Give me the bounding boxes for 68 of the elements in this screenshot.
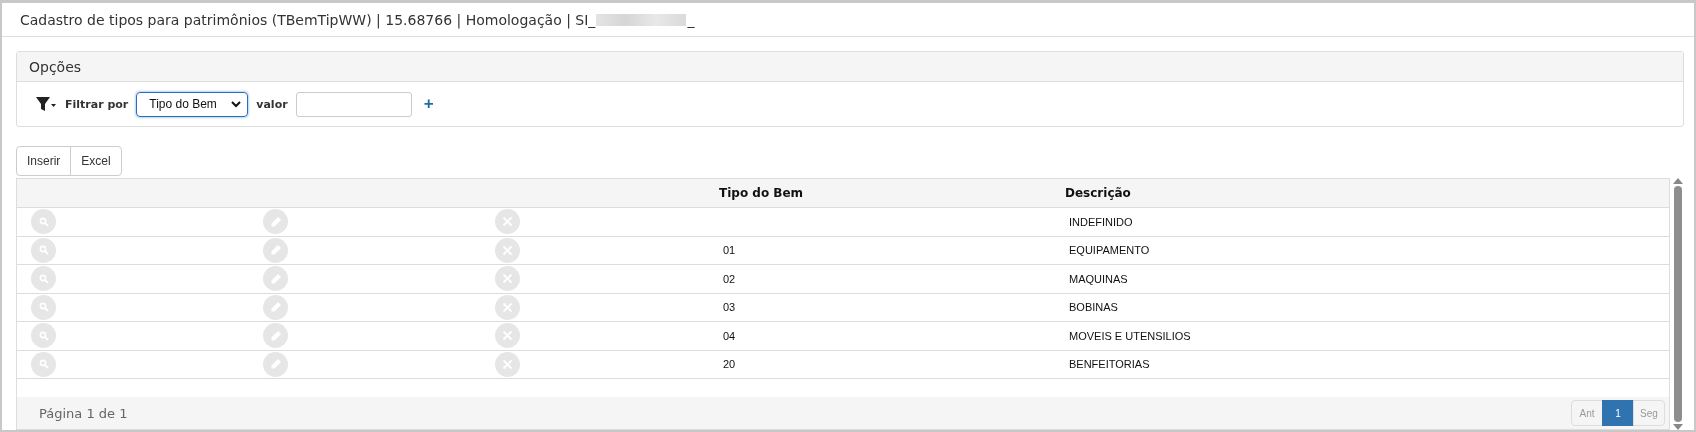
search-icon <box>38 330 49 341</box>
pencil-icon <box>269 215 282 228</box>
close-icon <box>502 330 513 342</box>
close-icon <box>502 216 513 228</box>
filter-icon[interactable] <box>35 96 57 112</box>
scrollbar-thumb[interactable] <box>1674 186 1682 422</box>
delete-button[interactable] <box>495 209 520 235</box>
search-icon <box>38 216 49 227</box>
close-icon <box>502 244 513 256</box>
table-cell-text: 20 <box>722 358 737 371</box>
filter-label: Filtrar por <box>65 97 129 111</box>
search-button[interactable] <box>31 323 56 349</box>
table-cell-text: MOVEIS E UTENSILIOS <box>1068 329 1192 342</box>
table-cell-text: 01 <box>722 244 737 257</box>
search-button[interactable] <box>31 266 56 292</box>
search-icon <box>38 273 49 284</box>
window-title-suffix: _ <box>687 11 695 28</box>
table-cell-text: 02 <box>722 272 737 285</box>
edit-button[interactable] <box>263 237 288 263</box>
search-icon <box>38 302 49 313</box>
scroll-up-icon[interactable] <box>1673 178 1683 184</box>
search-icon <box>38 359 49 370</box>
previous-page-button[interactable]: Ant <box>1571 400 1603 426</box>
table-cell-text: BOBINAS <box>1068 301 1119 314</box>
column-header: Descrição <box>1064 186 1132 200</box>
excel-button[interactable]: Excel <box>70 146 122 176</box>
table-cell-text: 04 <box>722 329 737 342</box>
search-button[interactable] <box>31 294 56 320</box>
caret-icon <box>231 100 242 108</box>
search-button[interactable] <box>31 209 56 235</box>
close-icon <box>502 273 513 285</box>
edit-button[interactable] <box>263 351 288 377</box>
pencil-icon <box>269 358 282 371</box>
value-label: valor <box>256 97 288 111</box>
table-cell-text: MAQUINAS <box>1068 272 1129 285</box>
filter-select[interactable]: Tipo do Bem <box>136 91 249 117</box>
search-icon <box>38 245 49 256</box>
delete-button[interactable] <box>495 237 520 263</box>
scroll-down-icon[interactable] <box>1673 424 1683 430</box>
edit-button[interactable] <box>263 209 288 235</box>
table-cell-text: BENFEITORIAS <box>1068 358 1151 371</box>
edit-button[interactable] <box>263 266 288 292</box>
pencil-icon <box>269 301 282 314</box>
insert-button[interactable]: Inserir <box>16 146 72 176</box>
close-icon <box>502 301 513 313</box>
add-filter-button[interactable]: + <box>419 94 438 114</box>
next-page-button[interactable]: Seg <box>1633 400 1665 426</box>
search-button[interactable] <box>31 237 56 263</box>
delete-button[interactable] <box>495 266 520 292</box>
pencil-icon <box>269 329 282 342</box>
edit-button[interactable] <box>263 294 288 320</box>
page-button[interactable]: 1 <box>1602 400 1634 426</box>
pencil-icon <box>269 272 282 285</box>
table-cell-text: INDEFINIDO <box>1068 215 1134 228</box>
pencil-icon <box>269 244 282 257</box>
panel-title: Opções <box>17 52 1683 82</box>
search-button[interactable] <box>31 351 56 377</box>
delete-button[interactable] <box>495 351 520 377</box>
table-cell-text: 03 <box>722 301 737 314</box>
close-icon <box>502 358 513 370</box>
column-header: Tipo do Bem <box>718 186 805 200</box>
delete-button[interactable] <box>495 294 520 320</box>
value-field[interactable] <box>295 91 412 117</box>
edit-button[interactable] <box>263 323 288 349</box>
window-title: Cadastro de tipos para patrimônios (TBemTipWW) | 15.68766 | Homologação | SI_ <box>20 11 596 28</box>
table-cell-text: EQUIPAMENTO <box>1068 244 1151 257</box>
page-info: Página 1 de 1 <box>39 405 128 421</box>
delete-button[interactable] <box>495 323 520 349</box>
